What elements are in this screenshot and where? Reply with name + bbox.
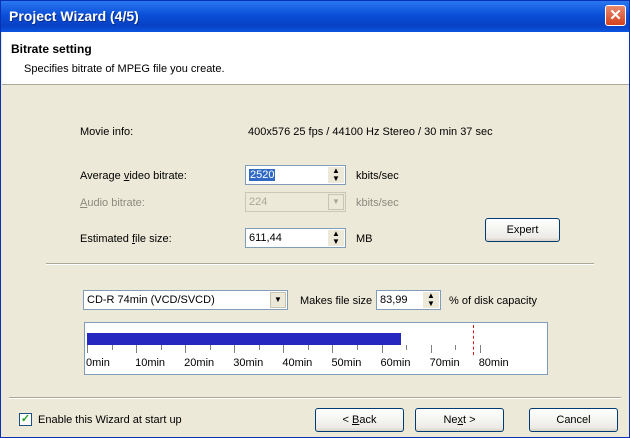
gauge-label: 10min (135, 357, 166, 369)
file-size-value: 611,44 (249, 232, 282, 244)
divider (46, 263, 594, 265)
disk-type-value: CD-R 74min (VCD/SVCD) (87, 294, 215, 306)
enable-wizard-label[interactable]: Enable this Wizard at start up (38, 414, 182, 426)
video-bitrate-input[interactable]: 2520 ▲ ▼ (245, 165, 346, 185)
gauge-label: 20min (184, 357, 215, 369)
wizard-header: Bitrate setting Specifies bitrate of MPE… (2, 32, 629, 85)
gauge-minor-tick (406, 345, 408, 350)
back-button[interactable]: < Back (315, 408, 404, 432)
step-subtitle: Specifies bitrate of MPEG file you creat… (24, 63, 225, 75)
close-button[interactable]: ✕ (605, 5, 626, 26)
gauge-label: 0min (86, 357, 110, 369)
gauge-label: 60min (380, 357, 411, 369)
audio-bitrate-value: 224 (249, 196, 268, 208)
gauge-tick (87, 345, 88, 353)
disk-usage-gauge: 0min 10min 20min 30min 40min 50min 60min 70min 8… (84, 322, 548, 375)
gauge-minor-tick (258, 345, 260, 350)
step-title: Bitrate setting (11, 42, 92, 56)
disk-percent-input[interactable]: 83,99 ▲ ▼ (376, 290, 441, 310)
gauge-label: 80min (478, 357, 509, 369)
video-bitrate-unit: kbits/sec (356, 170, 399, 182)
gauge-tick (283, 345, 285, 353)
enable-wizard-checkbox[interactable]: ✓ (19, 413, 32, 426)
video-bitrate-value: 2520 (249, 169, 276, 181)
gauge-label: 70min (429, 357, 460, 369)
spin-down-icon[interactable]: ▼ (332, 174, 340, 183)
chevron-down-icon[interactable]: ▼ (328, 194, 344, 210)
spin-down-icon[interactable]: ▼ (427, 299, 435, 308)
disk-percent-value: 83,99 (380, 294, 408, 306)
gauge-tick (430, 345, 432, 353)
disk-percent-spinner[interactable]: ▲ ▼ (423, 292, 439, 308)
disk-capacity-marker (473, 325, 474, 355)
video-bitrate-spinner[interactable]: ▲ ▼ (328, 167, 344, 183)
video-bitrate-label: Average video bitrate: (80, 170, 187, 182)
file-size-spinner[interactable]: ▲ ▼ (328, 230, 344, 246)
chevron-down-icon[interactable]: ▼ (270, 292, 286, 308)
footer-divider (9, 397, 621, 399)
gauge-minor-tick (111, 345, 113, 350)
gauge-label: 40min (282, 357, 313, 369)
spin-down-icon[interactable]: ▼ (332, 237, 340, 246)
expert-button[interactable]: Expert (485, 218, 560, 242)
gauge-minor-tick (209, 345, 211, 350)
gauge-tick (479, 345, 481, 353)
gauge-tick (332, 345, 334, 353)
close-icon: ✕ (609, 7, 622, 24)
disk-capacity-label: % of disk capacity (449, 295, 538, 307)
gauge-minor-tick (307, 345, 309, 350)
movie-info-label: Movie info: (80, 126, 134, 138)
gauge-tick (185, 345, 187, 353)
audio-bitrate-unit: kbits/sec (356, 197, 399, 209)
window-title: Project Wizard (4/5) (9, 8, 139, 24)
file-size-input[interactable]: 611,44 ▲ ▼ (245, 228, 346, 248)
project-wizard-window: Project Wizard (4/5) ✕ Bitrate setting S… (0, 0, 630, 438)
file-size-unit: MB (356, 233, 373, 245)
audio-bitrate-label: Audio bitrate: (80, 197, 145, 209)
disk-usage-bar (87, 333, 401, 345)
audio-bitrate-select[interactable]: 224 ▼ (245, 192, 346, 212)
gauge-minor-tick (356, 345, 358, 350)
cancel-button[interactable]: Cancel (529, 408, 618, 432)
gauge-label: 50min (331, 357, 362, 369)
gauge-tick (234, 345, 236, 353)
gauge-minor-tick (160, 345, 162, 350)
title-bar[interactable]: Project Wizard (4/5) ✕ (1, 1, 629, 32)
gauge-minor-tick (455, 345, 457, 350)
makes-file-size-label: Makes file size (300, 295, 373, 307)
checkmark-icon: ✓ (20, 413, 31, 425)
gauge-tick (381, 345, 383, 353)
disk-type-select[interactable]: CD-R 74min (VCD/SVCD) ▼ (83, 290, 288, 310)
gauge-label: 30min (233, 357, 264, 369)
gauge-tick (136, 345, 138, 353)
file-size-label: Estimated file size: (80, 233, 172, 245)
next-button[interactable]: Next > (415, 408, 504, 432)
movie-info-value: 400x576 25 fps / 44100 Hz Stereo / 30 mi… (248, 126, 493, 138)
